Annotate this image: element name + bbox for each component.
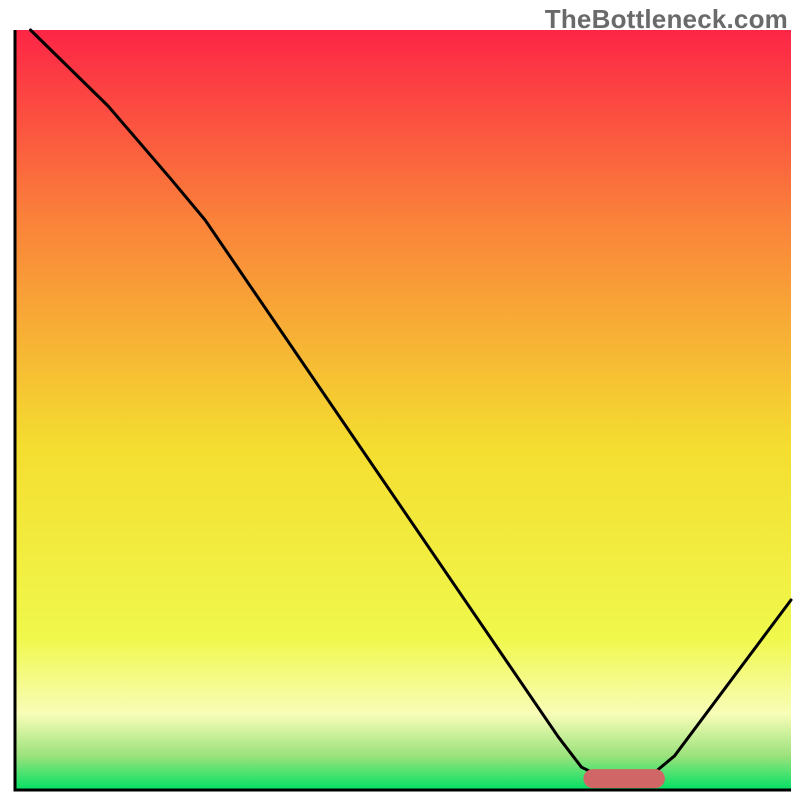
chart-plot bbox=[0, 0, 800, 800]
watermark-text: TheBottleneck.com bbox=[545, 4, 788, 35]
chart-container: TheBottleneck.com bbox=[0, 0, 800, 800]
plot-background bbox=[15, 30, 791, 790]
optimal-segment-marker bbox=[583, 769, 665, 788]
